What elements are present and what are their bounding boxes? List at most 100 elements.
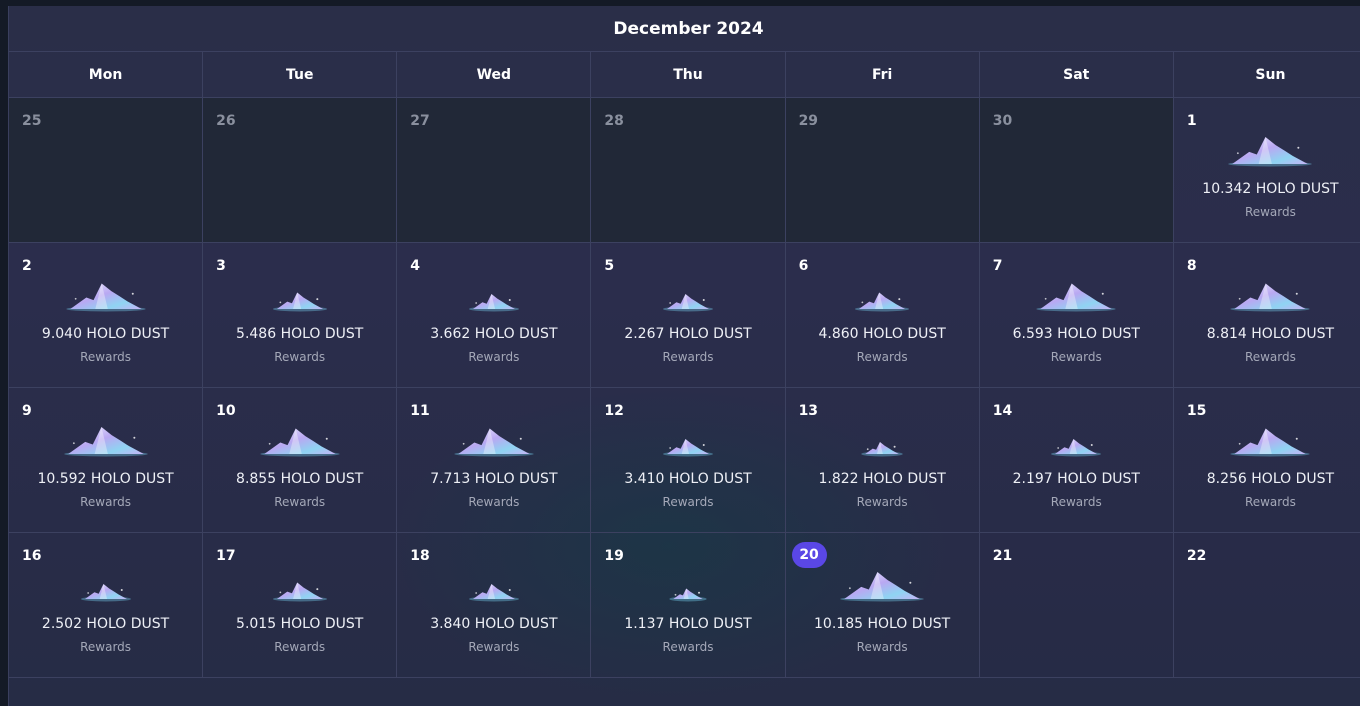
calendar-day-cell: 27 bbox=[397, 98, 592, 242]
holo-dust-pile-icon bbox=[252, 273, 348, 313]
reward-amount: 9.040 HOLO DUST bbox=[41, 326, 170, 342]
day-number: 15 bbox=[1186, 403, 1207, 419]
calendar-day-cell: 26 bbox=[203, 98, 398, 242]
calendar-day-cell[interactable]: 2 9.040 HOLO DUST Rewards bbox=[9, 243, 204, 387]
calendar-week-row: 25 26 27 28 29 30 1 10.342 HOLO DUST Rewards bbox=[9, 98, 1360, 243]
day-number: 28 bbox=[604, 113, 624, 129]
holo-dust-pile-icon bbox=[834, 563, 930, 603]
holo-dust-pile-icon bbox=[1028, 273, 1124, 313]
calendar-day-cell[interactable]: 7 6.593 HOLO DUST Rewards bbox=[980, 243, 1174, 387]
day-number: 10 bbox=[216, 403, 236, 419]
calendar-day-cell[interactable]: 19 1.137 HOLO DUST Rewards bbox=[591, 533, 786, 677]
calendar-day-cell[interactable]: 22 bbox=[1173, 533, 1360, 677]
holo-dust-pile-icon bbox=[446, 418, 542, 458]
calendar: December 2024 Mon Tue Wed Thu Fri Sat Sun 25 26… bbox=[8, 6, 1360, 706]
reward-label: Rewards bbox=[662, 495, 714, 509]
reward-label: Rewards bbox=[856, 640, 908, 654]
calendar-day-cell[interactable]: 3 5.486 HOLO DUST Rewards bbox=[203, 243, 398, 387]
weekday-label: Fri bbox=[786, 52, 980, 97]
calendar-day-cell[interactable]: 9 10.592 HOLO DUST Rewards bbox=[9, 388, 204, 532]
calendar-day-cell[interactable]: 6 4.860 HOLO DUST Rewards bbox=[786, 243, 980, 387]
calendar-day-cell: 30 bbox=[979, 98, 1174, 242]
calendar-day-cell[interactable]: 13 1.822 HOLO DUST Rewards bbox=[786, 388, 980, 532]
holo-dust-pile-icon bbox=[1028, 418, 1124, 458]
day-number: 1 bbox=[1186, 113, 1197, 129]
holo-dust-pile-icon bbox=[252, 418, 348, 458]
reward-amount: 1.822 HOLO DUST bbox=[818, 471, 946, 487]
calendar-day-cell[interactable]: 21 bbox=[979, 533, 1174, 677]
day-number: 26 bbox=[216, 113, 236, 129]
reward-amount: 10.342 HOLO DUST bbox=[1202, 181, 1339, 197]
calendar-day-cell: 28 bbox=[591, 98, 786, 242]
calendar-day-cell[interactable]: 20 10.185 HOLO DUST Rewards bbox=[786, 533, 980, 677]
reward-label: Rewards bbox=[1244, 495, 1296, 509]
reward-amount: 1.137 HOLO DUST bbox=[624, 616, 752, 632]
calendar-week-row: 16 2.502 HOLO DUST Rewards 17 5.015 HOLO… bbox=[9, 533, 1360, 678]
holo-dust-pile-icon bbox=[640, 418, 736, 458]
reward-label: Rewards bbox=[274, 495, 326, 509]
day-number: 13 bbox=[798, 403, 819, 419]
calendar-day-cell[interactable]: 17 5.015 HOLO DUST Rewards bbox=[203, 533, 398, 677]
calendar-day-cell[interactable]: 10 8.855 HOLO DUST Rewards bbox=[203, 388, 398, 532]
calendar-day-cell[interactable]: 15 8.256 HOLO DUST Rewards bbox=[1174, 388, 1360, 532]
holo-dust-pile-icon bbox=[1222, 418, 1318, 458]
reward-label: Rewards bbox=[856, 495, 908, 509]
calendar-day-cell[interactable]: 16 2.502 HOLO DUST Rewards bbox=[9, 533, 204, 677]
weekday-header: Mon Tue Wed Thu Fri Sat Sun bbox=[9, 52, 1360, 98]
day-number: 21 bbox=[992, 548, 1013, 564]
reward-label: Rewards bbox=[274, 640, 326, 654]
reward-label: Rewards bbox=[468, 495, 520, 509]
reward-amount: 3.662 HOLO DUST bbox=[430, 326, 558, 342]
reward-amount: 5.486 HOLO DUST bbox=[236, 326, 364, 342]
holo-dust-pile-icon bbox=[252, 563, 348, 603]
day-number: 9 bbox=[22, 403, 32, 419]
calendar-day-cell[interactable]: 14 2.197 HOLO DUST Rewards bbox=[980, 388, 1174, 532]
holo-dust-pile-icon bbox=[834, 418, 930, 458]
reward-label: Rewards bbox=[468, 640, 520, 654]
reward-amount: 7.713 HOLO DUST bbox=[430, 471, 558, 487]
day-number: 27 bbox=[410, 113, 430, 129]
reward-label: Rewards bbox=[274, 350, 326, 364]
holo-dust-pile-icon bbox=[834, 273, 930, 313]
calendar-day-cell[interactable]: 12 3.410 HOLO DUST Rewards bbox=[591, 388, 786, 532]
reward-amount: 6.593 HOLO DUST bbox=[1012, 326, 1140, 342]
reward-label: Rewards bbox=[80, 350, 132, 364]
day-number: 19 bbox=[604, 548, 624, 564]
calendar-day-cell: 25 bbox=[9, 98, 204, 242]
calendar-week-row: 2 9.040 HOLO DUST Rewards 3 5.486 HOLO D… bbox=[9, 243, 1360, 388]
day-number: 25 bbox=[22, 113, 42, 129]
holo-dust-pile-icon bbox=[446, 273, 542, 313]
calendar-grid: 25 26 27 28 29 30 1 10.342 HOLO DUST Rewards 2 bbox=[9, 98, 1360, 678]
calendar-day-cell[interactable]: 1 10.342 HOLO DUST Rewards bbox=[1174, 98, 1360, 242]
holo-dust-pile-icon bbox=[58, 563, 154, 603]
weekday-label: Wed bbox=[397, 52, 592, 97]
reward-amount: 8.256 HOLO DUST bbox=[1206, 471, 1335, 487]
reward-amount: 2.267 HOLO DUST bbox=[624, 326, 752, 342]
day-number: 7 bbox=[992, 258, 1003, 274]
holo-dust-pile-icon bbox=[58, 418, 154, 458]
calendar-day-cell[interactable]: 18 3.840 HOLO DUST Rewards bbox=[397, 533, 592, 677]
holo-dust-pile-icon bbox=[58, 273, 154, 313]
calendar-day-cell[interactable]: 8 8.814 HOLO DUST Rewards bbox=[1174, 243, 1360, 387]
holo-dust-pile-icon bbox=[1222, 128, 1318, 168]
reward-label: Rewards bbox=[1244, 350, 1296, 364]
weekday-label: Mon bbox=[9, 52, 204, 97]
reward-amount: 8.855 HOLO DUST bbox=[236, 471, 364, 487]
day-number: 30 bbox=[992, 113, 1013, 129]
reward-label: Rewards bbox=[662, 640, 714, 654]
reward-label: Rewards bbox=[662, 350, 714, 364]
reward-label: Rewards bbox=[1050, 495, 1102, 509]
reward-label: Rewards bbox=[856, 350, 908, 364]
calendar-day-cell[interactable]: 5 2.267 HOLO DUST Rewards bbox=[591, 243, 786, 387]
reward-amount: 3.840 HOLO DUST bbox=[430, 616, 558, 632]
day-number: 11 bbox=[410, 403, 430, 419]
day-number: 8 bbox=[1186, 258, 1197, 274]
calendar-day-cell[interactable]: 4 3.662 HOLO DUST Rewards bbox=[397, 243, 592, 387]
holo-dust-pile-icon bbox=[640, 563, 736, 603]
day-number: 14 bbox=[992, 403, 1013, 419]
day-number: 12 bbox=[604, 403, 624, 419]
calendar-day-cell[interactable]: 11 7.713 HOLO DUST Rewards bbox=[397, 388, 592, 532]
calendar-day-cell: 29 bbox=[785, 98, 980, 242]
day-number: 17 bbox=[216, 548, 236, 564]
day-number: 22 bbox=[1186, 548, 1207, 564]
